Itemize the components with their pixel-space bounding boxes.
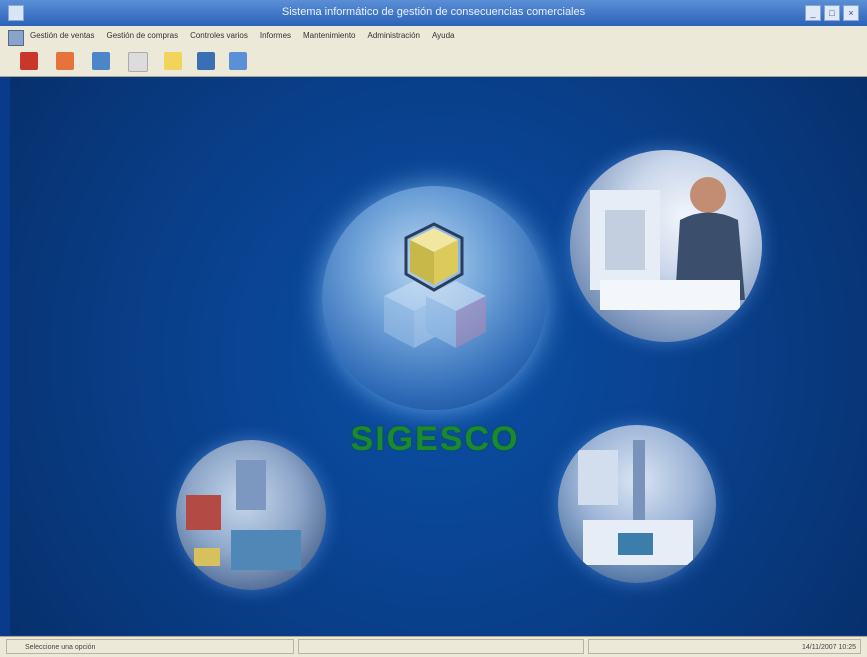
save-icon[interactable] (197, 52, 215, 70)
menu-item-controles-varios[interactable]: Controles varios (190, 31, 248, 40)
app-logo-text: SIGESCO (350, 420, 520, 458)
folder-icon[interactable] (164, 52, 182, 70)
menu-item-informes[interactable]: Informes (260, 31, 291, 40)
maximize-button[interactable]: □ (824, 5, 840, 21)
menu-item-administracion[interactable]: Administración (368, 31, 420, 40)
status-message-text: Seleccione una opción (25, 644, 96, 651)
help-icon[interactable] (229, 52, 247, 70)
status-middle (298, 639, 584, 654)
status-datetime: 14/11/2007 10:25 (588, 639, 861, 654)
menubar: Gestión de ventas Gestión de compras Con… (0, 26, 867, 49)
search-icon[interactable] (92, 52, 110, 70)
window-titlebar: Sistema informático de gestión de consec… (0, 0, 867, 26)
photo-desk-image (186, 460, 301, 570)
status-message: Seleccione una opción (6, 639, 294, 654)
photo-office-image (590, 177, 745, 310)
menu-list: Gestión de ventas Gestión de compras Con… (30, 31, 455, 40)
menu-item-gestion-ventas[interactable]: Gestión de ventas (30, 31, 94, 40)
toolbar (0, 48, 867, 77)
exit-icon[interactable] (20, 52, 38, 70)
minimize-button[interactable]: _ (805, 5, 821, 21)
photo-circle-screens (558, 425, 716, 583)
document-icon[interactable] (128, 52, 148, 72)
logo-globe (322, 186, 546, 410)
photo-circle-office (570, 150, 762, 342)
statusbar: Seleccione una opción 14/11/2007 10:25 (0, 636, 867, 657)
menu-item-ayuda[interactable]: Ayuda (432, 31, 455, 40)
menu-item-gestion-compras[interactable]: Gestión de compras (106, 31, 178, 40)
close-button[interactable]: × (843, 5, 859, 21)
menu-item-mantenimiento[interactable]: Mantenimiento (303, 31, 355, 40)
edit-icon[interactable] (56, 52, 74, 70)
window-title: Sistema informático de gestión de consec… (281, 6, 586, 18)
app-menu-icon[interactable] (8, 30, 24, 46)
cube-logo-icon (384, 222, 486, 348)
window-controls: _ □ × (805, 5, 859, 21)
photo-screens-image (578, 440, 693, 565)
photo-circle-desk (176, 440, 326, 590)
